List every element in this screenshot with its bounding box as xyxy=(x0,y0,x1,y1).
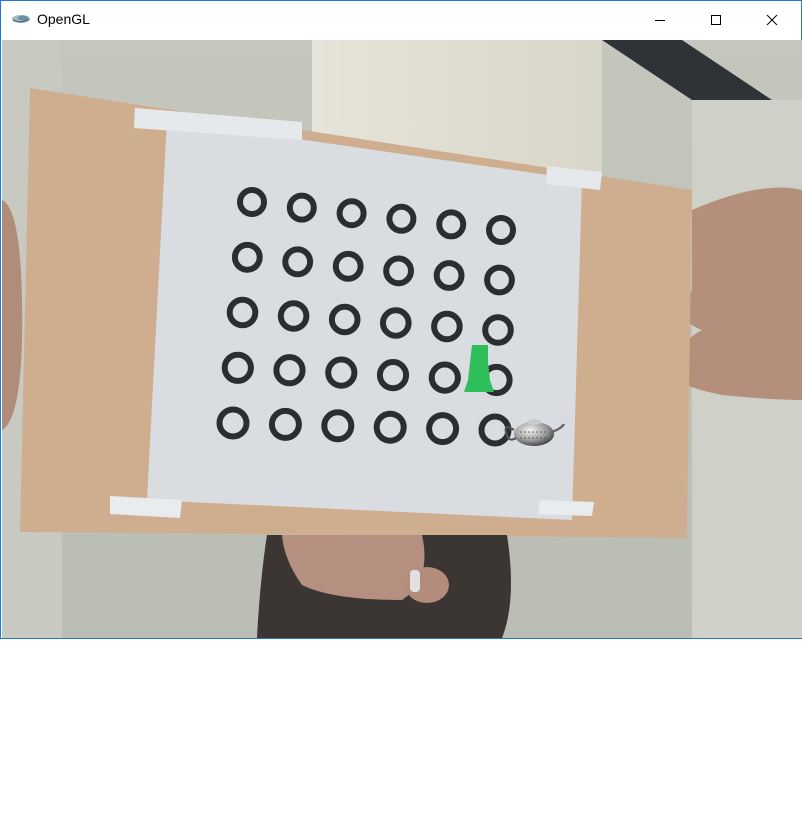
minimize-icon xyxy=(655,20,665,21)
maximize-button[interactable] xyxy=(693,1,739,39)
earbud xyxy=(410,570,420,592)
title-bar[interactable]: OpenGL xyxy=(1,0,801,39)
camera-scene xyxy=(2,40,802,638)
close-button[interactable] xyxy=(749,1,795,39)
window-title: OpenGL xyxy=(37,11,90,27)
tape-bottom-right xyxy=(538,500,594,516)
minimize-button[interactable] xyxy=(637,1,683,39)
opengl-app-icon xyxy=(12,15,30,23)
close-icon xyxy=(766,14,778,26)
maximize-icon xyxy=(711,15,721,25)
opengl-viewport[interactable] xyxy=(2,40,802,638)
opengl-window: OpenGL xyxy=(0,0,802,639)
calibration-paper xyxy=(147,120,582,520)
